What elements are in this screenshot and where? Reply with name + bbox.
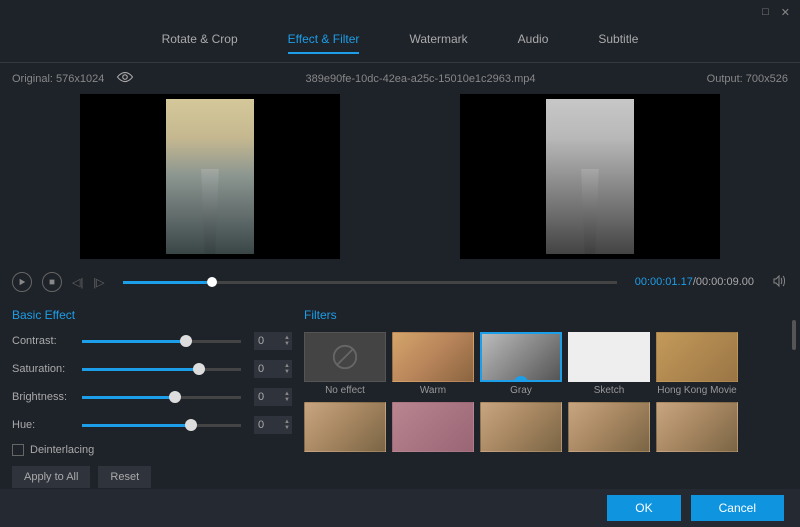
scrollbar[interactable] <box>792 320 796 350</box>
spinner-down-icon[interactable]: ▼ <box>284 341 290 347</box>
filter-sketch[interactable]: Sketch <box>568 332 650 396</box>
prev-frame-button[interactable]: ◁| <box>72 276 83 289</box>
filter-thumb <box>568 332 650 382</box>
filter-item-8[interactable] <box>568 402 650 455</box>
filter-gray[interactable]: ✓ Gray <box>480 332 562 396</box>
filter-item-5[interactable] <box>304 402 386 455</box>
original-dimensions: Original: 576x1024 <box>12 73 104 85</box>
reset-button[interactable]: Reset <box>98 466 151 488</box>
spinner-hue[interactable]: 0 ▲▼ <box>254 416 292 434</box>
tab-audio[interactable]: Audio <box>518 32 549 54</box>
eye-icon[interactable] <box>116 71 134 86</box>
close-button[interactable]: ✕ <box>781 6 790 19</box>
spinner-contrast[interactable]: 0 ▲▼ <box>254 332 292 350</box>
filter-item-7[interactable] <box>480 402 562 455</box>
original-thumb <box>166 99 254 254</box>
filter-thumb <box>392 332 474 382</box>
filter-label: No effect <box>325 385 365 396</box>
timeline[interactable] <box>123 281 617 284</box>
preview-area <box>0 94 800 264</box>
filename: 389e90fe-10dc-42ea-a25c-15010e1c2963.mp4 <box>306 73 536 85</box>
preview-original <box>80 94 340 259</box>
filter-item-9[interactable] <box>656 402 738 455</box>
filter-thumb <box>656 402 738 452</box>
slider-hue[interactable] <box>82 424 240 427</box>
filter-thumb <box>568 402 650 452</box>
filter-thumb <box>304 332 386 382</box>
filter-thumb: ✓ <box>480 332 562 382</box>
filter-thumb <box>392 402 474 452</box>
spinner-down-icon[interactable]: ▼ <box>284 425 290 431</box>
filter-label: Hong Kong Movie <box>657 385 737 396</box>
slider-label: Saturation: <box>12 363 74 375</box>
spinner-saturation[interactable]: 0 ▲▼ <box>254 360 292 378</box>
output-dimensions: Output: 700x526 <box>707 73 788 85</box>
tabs: Rotate & Crop Effect & Filter Watermark Aud… <box>0 24 800 63</box>
filter-hong-kong-movie[interactable]: Hong Kong Movie <box>656 332 738 396</box>
spinner-down-icon[interactable]: ▼ <box>284 397 290 403</box>
slider-contrast[interactable] <box>82 340 240 343</box>
tab-effect-filter[interactable]: Effect & Filter <box>288 32 360 54</box>
slider-label: Brightness: <box>12 391 74 403</box>
filter-thumb <box>304 402 386 452</box>
slider-label: Contrast: <box>12 335 74 347</box>
tab-watermark[interactable]: Watermark <box>409 32 467 54</box>
tab-subtitle[interactable]: Subtitle <box>598 32 638 54</box>
slider-handle[interactable] <box>193 363 205 375</box>
check-icon: ✓ <box>514 376 528 382</box>
filter-label: Sketch <box>594 385 625 396</box>
slider-handle[interactable] <box>185 419 197 431</box>
no-effect-icon <box>331 343 359 371</box>
timeline-progress <box>123 281 207 284</box>
filters-title: Filters <box>304 308 788 322</box>
slider-handle[interactable] <box>169 391 181 403</box>
current-time: 00:00:01.17 <box>635 276 693 288</box>
cancel-button[interactable]: Cancel <box>691 495 784 521</box>
play-button[interactable] <box>12 272 32 292</box>
slider-saturation[interactable] <box>82 368 240 371</box>
titlebar: □ ✕ <box>0 0 800 24</box>
filter-label: Gray <box>510 385 532 396</box>
slider-label: Hue: <box>12 419 74 431</box>
filter-label: Warm <box>420 385 446 396</box>
timeline-handle[interactable] <box>207 277 217 287</box>
apply-all-button[interactable]: Apply to All <box>12 466 90 488</box>
total-time: /00:00:09.00 <box>693 276 754 288</box>
deinterlacing-checkbox[interactable] <box>12 444 24 456</box>
tab-rotate-crop[interactable]: Rotate & Crop <box>162 32 238 54</box>
info-bar: Original: 576x1024 389e90fe-10dc-42ea-a2… <box>0 63 800 94</box>
footer: OK Cancel <box>0 489 800 527</box>
basic-effect-panel: Basic Effect Contrast: 0 ▲▼ Saturation: … <box>12 308 292 488</box>
next-frame-button[interactable]: |▷ <box>93 276 104 289</box>
filter-warm[interactable]: Warm <box>392 332 474 396</box>
filter-no-effect[interactable]: No effect <box>304 332 386 396</box>
maximize-button[interactable]: □ <box>762 6 769 18</box>
basic-effect-title: Basic Effect <box>12 308 292 322</box>
playback-controls: ◁| |▷ 00:00:01.17/00:00:09.00 <box>0 264 800 300</box>
preview-output <box>460 94 720 259</box>
filters-panel: Filters No effect Warm ✓ Gray Sketch Hong Kon… <box>304 308 788 488</box>
deinterlacing-label: Deinterlacing <box>30 444 94 456</box>
filter-item-6[interactable] <box>392 402 474 455</box>
stop-button[interactable] <box>42 272 62 292</box>
spinner-brightness[interactable]: 0 ▲▼ <box>254 388 292 406</box>
volume-icon[interactable] <box>772 274 788 291</box>
spinner-down-icon[interactable]: ▼ <box>284 369 290 375</box>
slider-brightness[interactable] <box>82 396 240 399</box>
filter-thumb <box>480 402 562 452</box>
output-thumb <box>546 99 634 254</box>
slider-handle[interactable] <box>180 335 192 347</box>
ok-button[interactable]: OK <box>607 495 680 521</box>
filter-thumb <box>656 332 738 382</box>
